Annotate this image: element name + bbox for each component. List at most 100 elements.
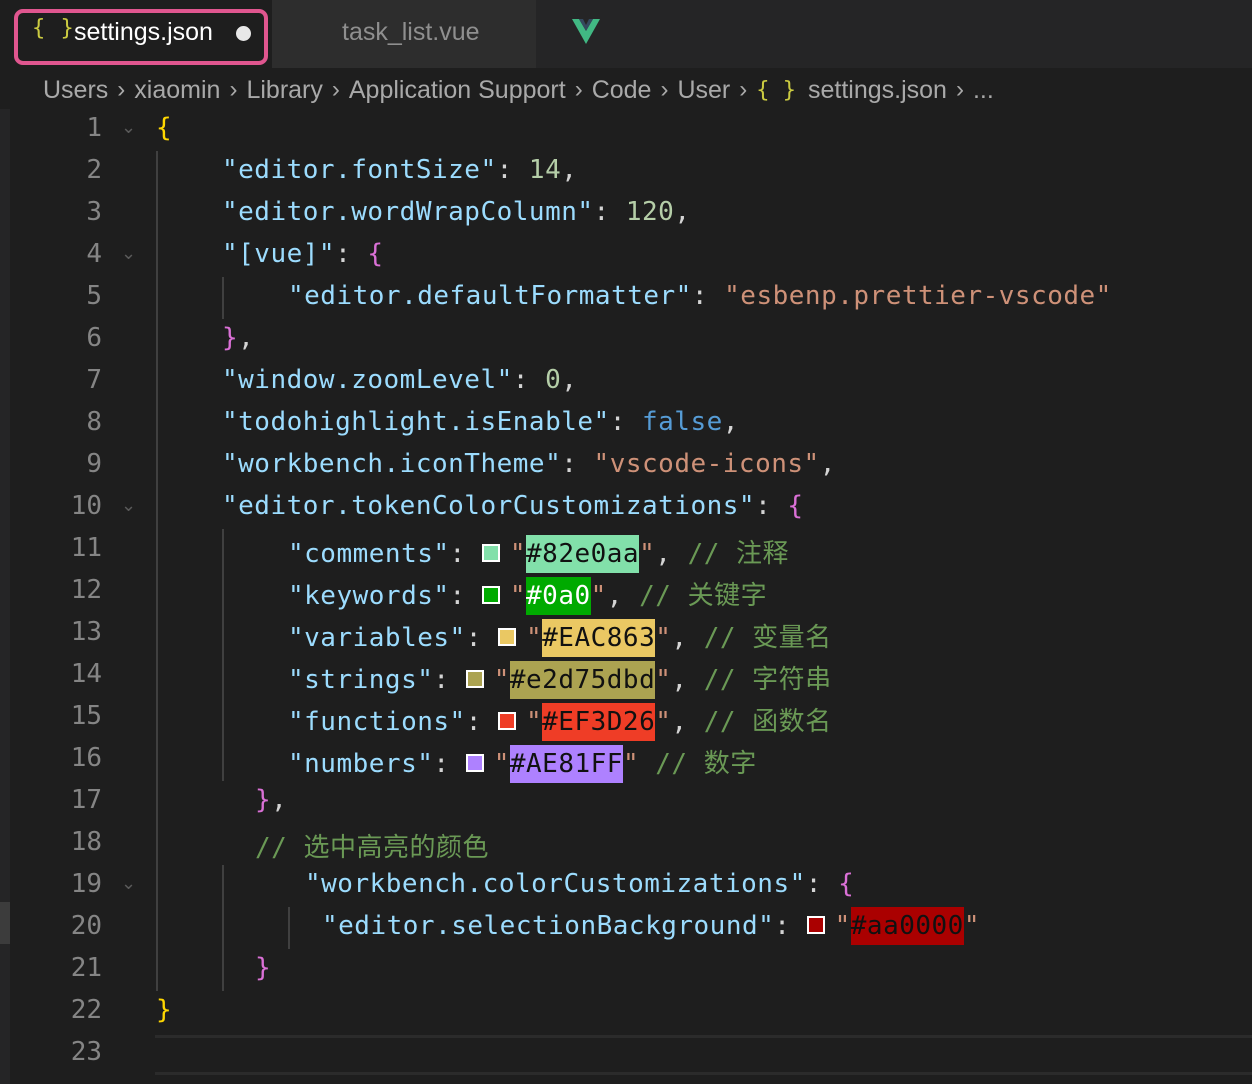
breadcrumb-item[interactable]: Library: [246, 76, 322, 105]
code-comment: // 关键字: [639, 581, 768, 611]
breadcrumb-item[interactable]: ...: [973, 76, 994, 105]
code-line[interactable]: 19 ⌄ "workbench.colorCustomizations": {: [0, 865, 1252, 907]
code-line[interactable]: 11 "comments": "#82e0aa", // 注释: [0, 529, 1252, 573]
breadcrumb-item[interactable]: Application Support: [349, 76, 566, 105]
code-line[interactable]: 2 "editor.fontSize": 14,: [0, 151, 1252, 193]
line-number: 11: [70, 533, 102, 563]
color-hex-value: #EAC863: [542, 619, 656, 657]
breadcrumb-item[interactable]: settings.json: [808, 76, 947, 105]
json-boolean: false: [642, 407, 723, 437]
code-text: "workbench.iconTheme": "vscode-icons",: [222, 449, 836, 479]
color-swatch[interactable]: [498, 627, 516, 646]
code-comment: // 字符串: [703, 665, 832, 695]
code-line[interactable]: 13 "variables": "#EAC863", // 变量名: [0, 613, 1252, 657]
color-swatch[interactable]: [465, 753, 484, 772]
code-comment: // 变量名: [703, 623, 832, 653]
color-swatch[interactable]: [481, 543, 500, 562]
code-text: "editor.fontSize": 14,: [222, 155, 578, 185]
code-line[interactable]: 21 }: [0, 949, 1252, 991]
code-line[interactable]: 9 "workbench.iconTheme": "vscode-icons",: [0, 445, 1252, 487]
code-text: "keywords": "#0a0", // 关键字: [288, 575, 768, 615]
fold-chevron-icon[interactable]: ⌄: [121, 873, 136, 894]
code-text: "editor.tokenColorCustomizations": {: [222, 491, 804, 521]
code-text: "[vue]": {: [222, 239, 384, 269]
breadcrumb-item[interactable]: xiaomin: [134, 76, 220, 105]
line-number: 8: [86, 407, 102, 437]
line-number: 5: [86, 281, 102, 311]
code-line[interactable]: 16 "numbers": "#AE81FF" // 数字: [0, 739, 1252, 783]
json-number: 14: [528, 155, 562, 185]
json-key: "todohighlight.isEnable": [222, 407, 610, 437]
code-line[interactable]: 22 }: [0, 991, 1252, 1033]
code-line[interactable]: 17 },: [0, 781, 1252, 823]
fold-chevron-icon[interactable]: ⌄: [121, 117, 136, 138]
brace: }: [156, 995, 173, 1025]
code-text: "editor.defaultFormatter": "esbenp.prett…: [288, 281, 1112, 311]
chevron-right-icon: ›: [229, 76, 238, 103]
line-number: 15: [70, 701, 102, 731]
color-swatch[interactable]: [465, 669, 484, 688]
code-text: "variables": "#EAC863", // 变量名: [288, 617, 832, 657]
color-swatch[interactable]: [806, 915, 825, 934]
code-line[interactable]: 7 "window.zoomLevel": 0,: [0, 361, 1252, 403]
json-string: "esbenp.prettier-vscode": [724, 281, 1112, 311]
code-line[interactable]: 15 "functions": "#EF3D26", // 函数名: [0, 697, 1252, 741]
line-number: 23: [70, 1037, 102, 1067]
code-text: "comments": "#82e0aa", // 注释: [288, 533, 789, 573]
json-key: "editor.fontSize": [222, 155, 497, 185]
code-line[interactable]: 3 "editor.wordWrapColumn": 120,: [0, 193, 1252, 235]
tab-settings-json[interactable]: { } settings.json: [0, 0, 272, 68]
code-text: "editor.wordWrapColumn": 120,: [222, 197, 691, 227]
code-line[interactable]: 14 "strings": "#e2d75dbd", // 字符串: [0, 655, 1252, 699]
code-text: "editor.selectionBackground": "#aa0000": [322, 907, 980, 945]
code-line[interactable]: 4 ⌄ "[vue]": {: [0, 235, 1252, 277]
json-key: "editor.tokenColorCustomizations": [222, 491, 756, 521]
fold-chevron-icon[interactable]: ⌄: [121, 495, 136, 516]
fold-chevron-icon[interactable]: ⌄: [121, 243, 136, 264]
code-line[interactable]: 18 // 选中高亮的颜色: [0, 823, 1252, 865]
chevron-right-icon: ›: [331, 76, 340, 103]
code-line[interactable]: 20 "editor.selectionBackground": "#aa000…: [0, 907, 1252, 949]
breadcrumb-item[interactable]: Users: [43, 76, 108, 105]
json-file-icon: { }: [32, 16, 75, 41]
chevron-right-icon: ›: [574, 76, 583, 103]
brace: {: [156, 113, 173, 143]
unsaved-dot-icon[interactable]: [236, 26, 251, 41]
code-line[interactable]: 6 },: [0, 319, 1252, 361]
chevron-right-icon: ›: [739, 76, 748, 103]
line-number: 1: [86, 113, 102, 143]
code-line[interactable]: 10 ⌄ "editor.tokenColorCustomizations": …: [0, 487, 1252, 529]
breadcrumb-item[interactable]: User: [677, 76, 730, 105]
code-text: "window.zoomLevel": 0,: [222, 365, 578, 395]
chevron-right-icon: ›: [955, 76, 964, 103]
json-key: "workbench.colorCustomizations": [305, 869, 806, 899]
color-hex-value: #EF3D26: [542, 703, 656, 741]
code-line[interactable]: 5 "editor.defaultFormatter": "esbenp.pre…: [0, 277, 1252, 319]
code-text: },: [222, 323, 255, 353]
json-key: "strings": [288, 665, 434, 695]
json-number: 120: [625, 197, 675, 227]
code-text: "todohighlight.isEnable": false,: [222, 407, 739, 437]
brace: }: [222, 323, 239, 353]
json-key: "editor.defaultFormatter": [288, 281, 692, 311]
line-number: 22: [70, 995, 102, 1025]
line-number: 3: [86, 197, 102, 227]
code-text: "functions": "#EF3D26", // 函数名: [288, 701, 832, 741]
line-number: 18: [70, 827, 102, 857]
chevron-right-icon: ›: [660, 76, 669, 103]
code-line[interactable]: 23: [0, 1033, 1252, 1075]
code-line[interactable]: 12 "keywords": "#0a0", // 关键字: [0, 571, 1252, 615]
tab-task-list-vue[interactable]: task_list.vue: [272, 0, 600, 68]
color-hex-value: #aa0000: [850, 907, 964, 945]
code-line[interactable]: 1 ⌄ {: [0, 109, 1252, 151]
breadcrumb-item[interactable]: Code: [592, 76, 652, 105]
color-hex-value: #0a0: [526, 577, 591, 615]
code-line[interactable]: 8 "todohighlight.isEnable": false,: [0, 403, 1252, 445]
code-editor[interactable]: 1 ⌄ { 2 "editor.fontSize": 14, 3 "editor…: [0, 109, 1252, 1084]
brace: }: [255, 785, 272, 815]
vue-icon: [572, 19, 600, 44]
color-swatch[interactable]: [498, 711, 516, 730]
line-number: 7: [86, 365, 102, 395]
color-swatch[interactable]: [481, 585, 500, 604]
line-number: 21: [70, 953, 102, 983]
